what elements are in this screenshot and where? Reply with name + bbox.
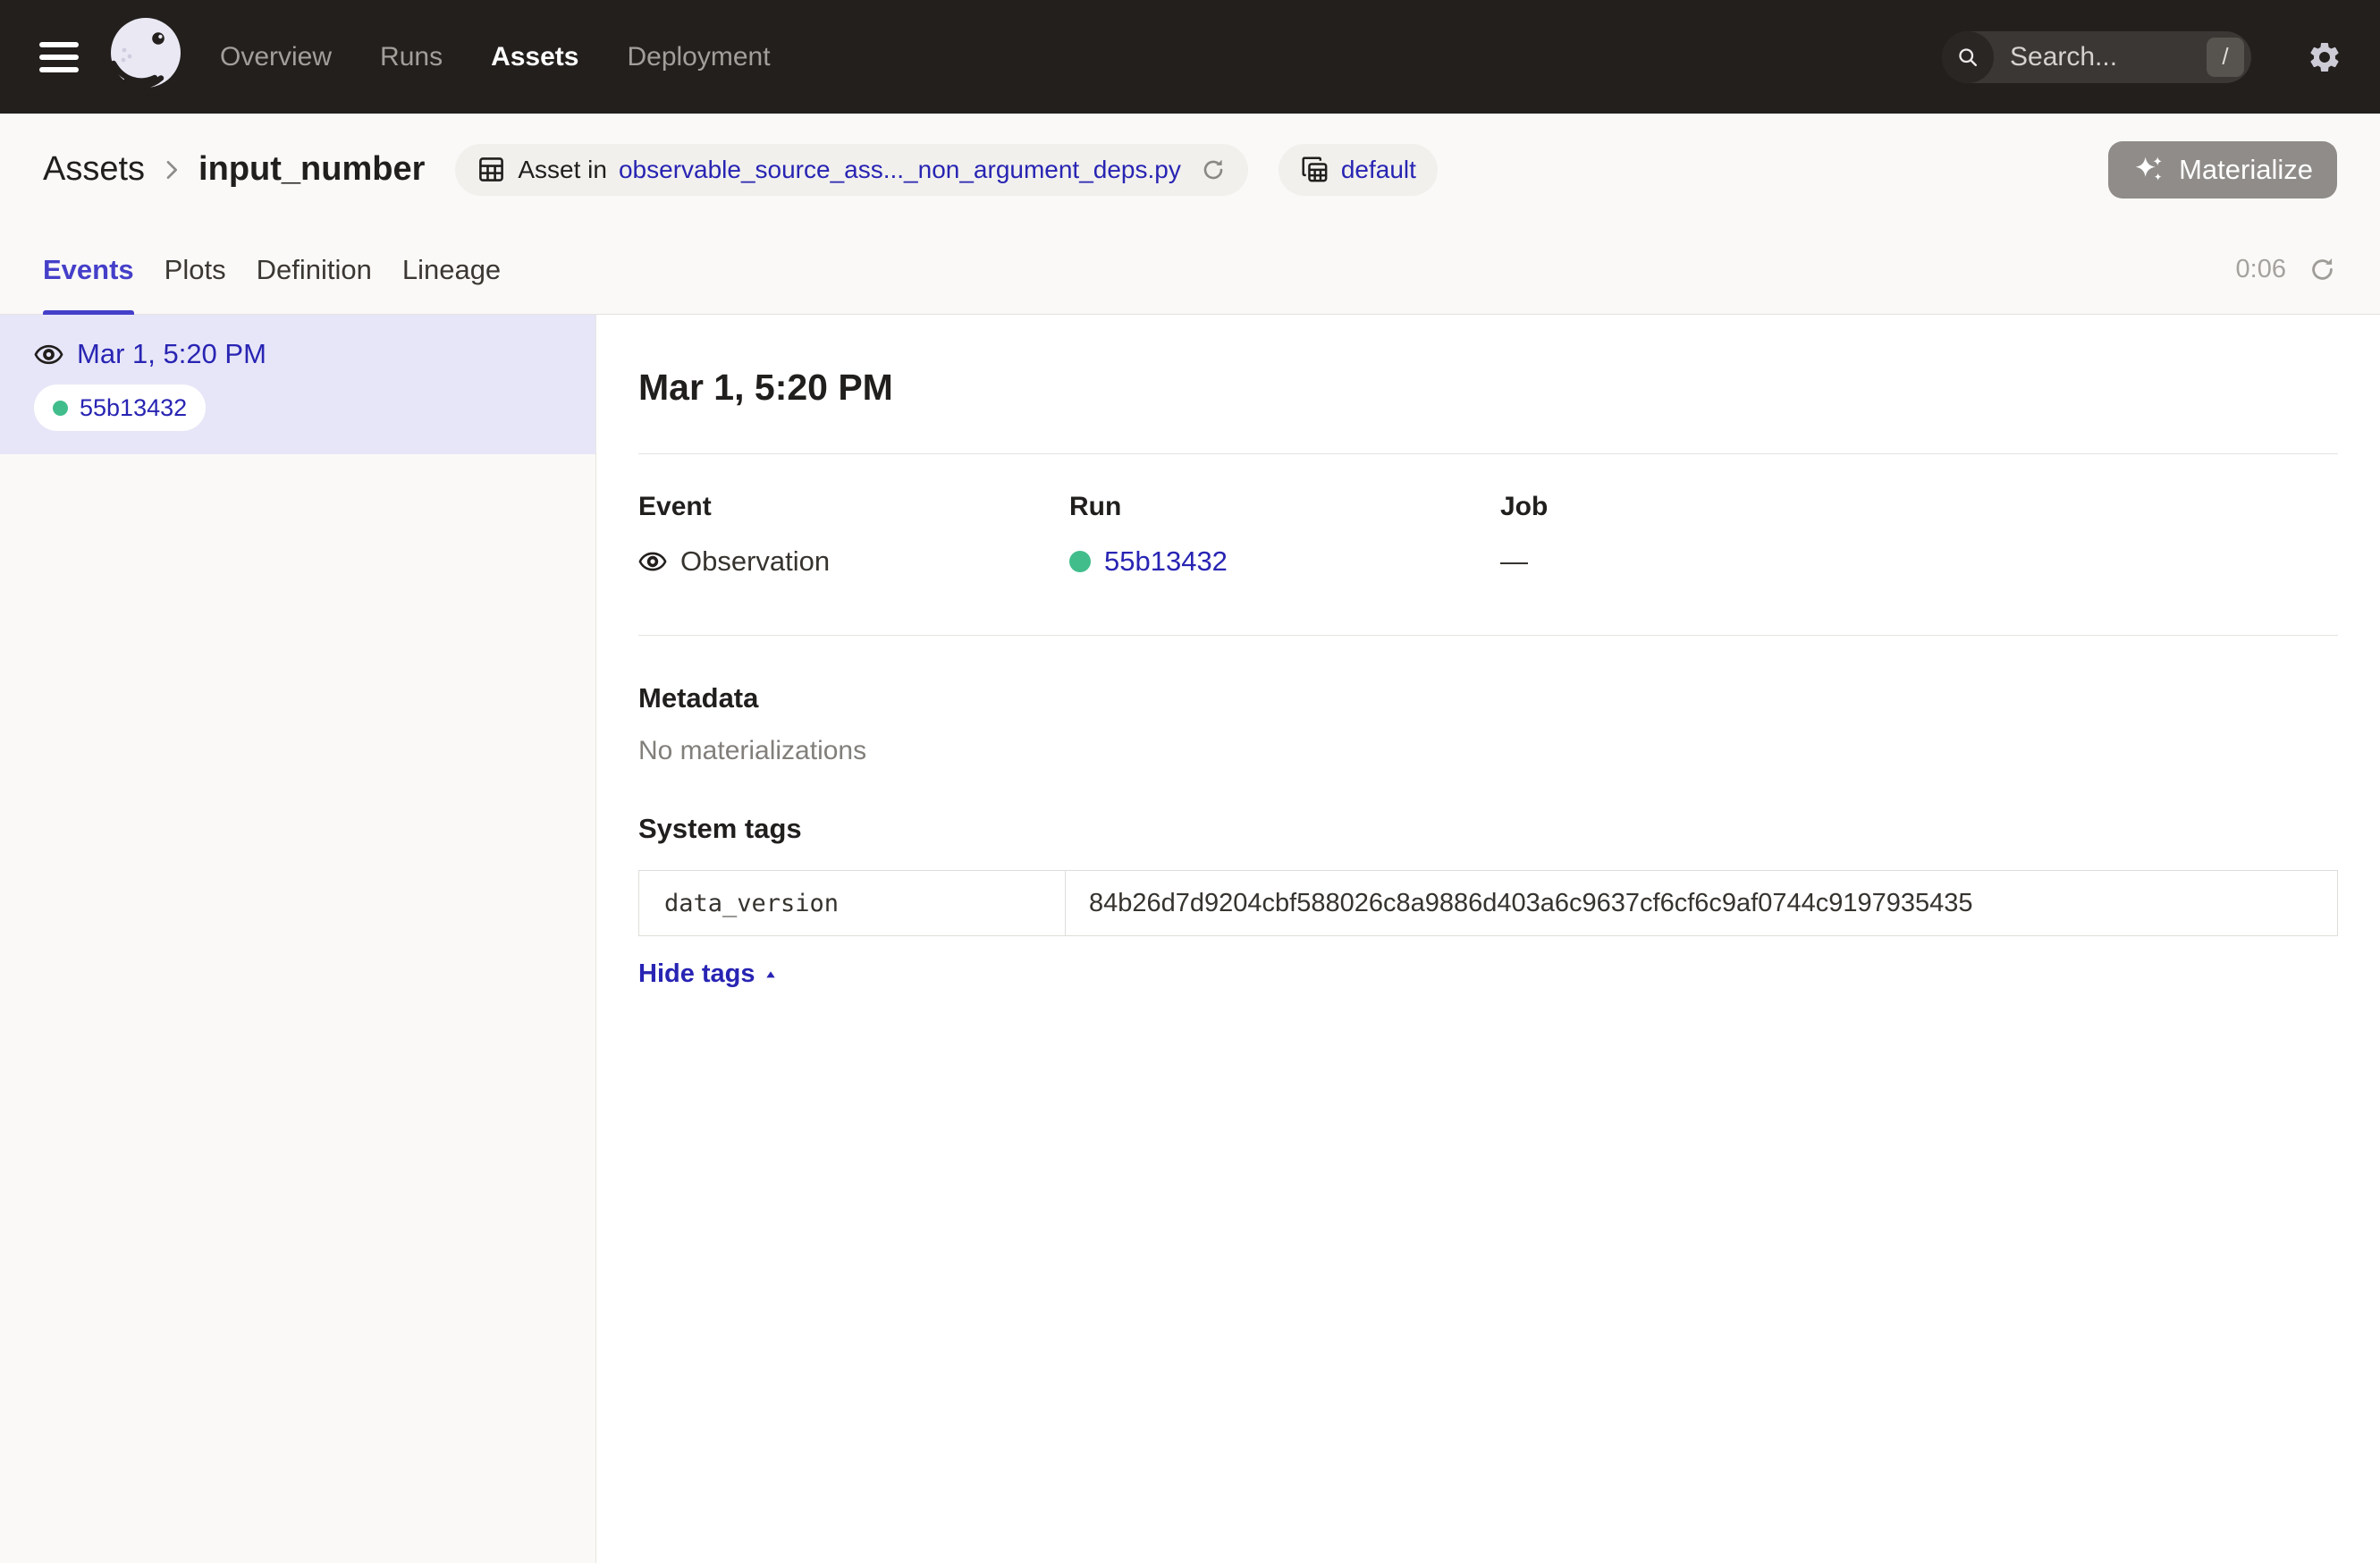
event-list-sidebar: Mar 1, 5:20 PM 55b13432: [0, 315, 596, 1563]
nav-right: /: [1942, 31, 2342, 83]
caret-up-icon: [764, 967, 778, 982]
tab-lineage[interactable]: Lineage: [402, 225, 501, 314]
event-detail-title: Mar 1, 5:20 PM: [638, 367, 2338, 409]
job-empty-value: —: [1500, 545, 1528, 578]
run-column-label: Run: [1069, 492, 1500, 522]
search-input[interactable]: [2008, 41, 2207, 73]
event-timestamp-link[interactable]: Mar 1, 5:20 PM: [77, 338, 266, 370]
job-column-label: Job: [1500, 492, 1931, 522]
event-type-value: Observation: [680, 545, 830, 578]
tabs-bar: Events Plots Definition Lineage 0:06: [0, 225, 2380, 315]
run-id-badge-label: 55b13432: [80, 394, 187, 422]
run-success-dot: [1069, 551, 1091, 572]
content-area: Mar 1, 5:20 PM 55b13432 Mar 1, 5:20 PM E…: [0, 315, 2380, 1563]
nav-item-assets[interactable]: Assets: [491, 42, 578, 72]
search-shortcut-key: /: [2207, 38, 2244, 77]
chevron-right-icon: [157, 156, 186, 184]
observation-eye-icon: [34, 340, 63, 369]
menu-icon[interactable]: [39, 42, 79, 72]
settings-gear-icon[interactable]: [2307, 39, 2342, 75]
asset-location-pill: Asset in observable_source_ass..._non_ar…: [455, 144, 1247, 196]
run-column: Run 55b13432: [1069, 492, 1500, 578]
run-success-dot: [53, 401, 68, 416]
page-title: input_number: [198, 150, 425, 189]
divider: [638, 635, 2338, 636]
nav-item-overview[interactable]: Overview: [220, 42, 332, 72]
repository-pill: default: [1279, 144, 1438, 196]
tab-events[interactable]: Events: [43, 225, 134, 314]
reload-definition-icon[interactable]: [1200, 156, 1227, 183]
asset-location-prefix: Asset in: [518, 156, 607, 184]
event-list-item[interactable]: Mar 1, 5:20 PM 55b13432: [0, 315, 595, 454]
page-header: Assets input_number Asset in observable_…: [0, 114, 2380, 225]
refresh-status: 0:06: [2236, 255, 2337, 284]
repository-link[interactable]: default: [1341, 156, 1416, 184]
dagster-logo-icon[interactable]: [104, 14, 190, 100]
divider: [638, 453, 2338, 454]
event-detail-panel: Mar 1, 5:20 PM Event Observation Run: [596, 315, 2380, 1563]
event-column-label: Event: [638, 492, 1069, 522]
refresh-countdown: 0:06: [2236, 255, 2286, 284]
materialize-button[interactable]: Materialize: [2108, 141, 2337, 199]
tab-definition[interactable]: Definition: [257, 225, 372, 314]
top-nav: Overview Runs Assets Deployment /: [0, 0, 2380, 114]
job-column: Job —: [1500, 492, 1931, 578]
nav-item-deployment[interactable]: Deployment: [627, 42, 770, 72]
observation-eye-icon: [638, 547, 667, 576]
event-column: Event Observation: [638, 492, 1069, 578]
table-row: data_version 84b26d7d9204cbf588026c8a988…: [639, 871, 2338, 936]
asset-definition-file-link[interactable]: observable_source_ass..._non_argument_de…: [619, 156, 1181, 184]
run-id-link[interactable]: 55b13432: [1104, 545, 1228, 578]
tag-value-cell: 84b26d7d9204cbf588026c8a9886d403a6c9637c…: [1066, 871, 2338, 936]
materialize-button-label: Materialize: [2179, 154, 2313, 186]
system-tags-table: data_version 84b26d7d9204cbf588026c8a988…: [638, 870, 2338, 936]
search-icon: [1942, 31, 1994, 83]
repo-grid-icon: [1300, 155, 1329, 184]
primary-nav: Overview Runs Assets Deployment: [220, 42, 771, 72]
breadcrumb-assets-link[interactable]: Assets: [43, 150, 145, 189]
refresh-icon[interactable]: [2308, 255, 2337, 284]
sparkle-icon: [2132, 153, 2165, 186]
hide-tags-label: Hide tags: [638, 959, 755, 989]
nav-item-runs[interactable]: Runs: [380, 42, 443, 72]
metadata-heading: Metadata: [638, 682, 2338, 714]
asset-table-icon: [477, 155, 506, 184]
hide-tags-link[interactable]: Hide tags: [638, 959, 778, 989]
system-tags-heading: System tags: [638, 813, 2338, 845]
tab-plots[interactable]: Plots: [165, 225, 226, 314]
run-id-badge[interactable]: 55b13432: [34, 384, 206, 431]
search-box[interactable]: /: [1942, 31, 2251, 83]
tag-key-cell: data_version: [639, 871, 1066, 936]
metadata-empty-message: No materializations: [638, 736, 2338, 766]
